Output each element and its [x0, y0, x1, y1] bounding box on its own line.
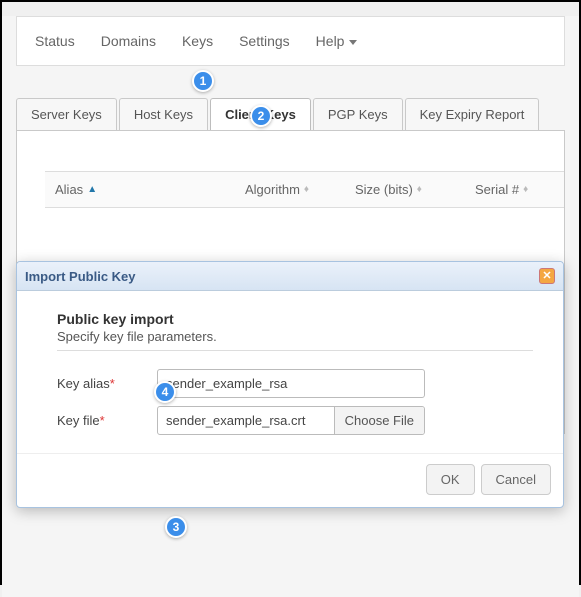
sort-icon: ♦	[417, 184, 422, 195]
th-alias[interactable]: Alias ▲	[45, 172, 235, 207]
th-serial-label: Serial #	[475, 182, 519, 197]
nav-keys[interactable]: Keys	[172, 27, 223, 55]
th-algorithm[interactable]: Algorithm ♦	[235, 172, 345, 207]
callout-1: 1	[192, 70, 214, 92]
required-marker: *	[110, 376, 115, 391]
required-marker: *	[100, 413, 105, 428]
import-public-key-dialog: Import Public Key ✕ Public key import Sp…	[16, 261, 564, 508]
label-key-alias-text: Key alias	[57, 376, 110, 391]
tab-bar: Server Keys Host Keys Client Keys PGP Ke…	[16, 98, 579, 130]
label-key-alias: Key alias*	[57, 376, 157, 391]
dialog-footer: OK Cancel	[17, 453, 563, 507]
tab-pgp-keys[interactable]: PGP Keys	[313, 98, 403, 130]
dialog-header: Import Public Key ✕	[17, 262, 563, 291]
ok-button[interactable]: OK	[426, 464, 475, 495]
tab-key-expiry-report[interactable]: Key Expiry Report	[405, 98, 540, 130]
dialog-section-title: Public key import	[57, 311, 533, 327]
tab-host-keys[interactable]: Host Keys	[119, 98, 208, 130]
choose-file-button[interactable]: Choose File	[335, 407, 424, 434]
sort-asc-icon: ▲	[87, 184, 97, 195]
callout-2: 2	[250, 105, 272, 127]
close-icon[interactable]: ✕	[539, 268, 555, 284]
tab-server-keys[interactable]: Server Keys	[16, 98, 117, 130]
cancel-button[interactable]: Cancel	[481, 464, 551, 495]
th-size-label: Size (bits)	[355, 182, 413, 197]
label-key-file-text: Key file	[57, 413, 100, 428]
nav-status[interactable]: Status	[25, 27, 85, 55]
callout-4: 4	[154, 381, 176, 403]
nav-settings[interactable]: Settings	[229, 27, 300, 55]
dialog-section-subtitle: Specify key file parameters.	[57, 329, 533, 351]
th-algorithm-label: Algorithm	[245, 182, 300, 197]
nav-domains[interactable]: Domains	[91, 27, 166, 55]
sort-icon: ♦	[304, 184, 309, 195]
callout-3: 3	[165, 516, 187, 538]
th-alias-label: Alias	[55, 182, 83, 197]
key-alias-input[interactable]	[157, 369, 425, 398]
file-chooser: sender_example_rsa.crt Choose File	[157, 406, 425, 435]
label-key-file: Key file*	[57, 413, 157, 428]
th-size[interactable]: Size (bits) ♦	[345, 172, 465, 207]
row-key-alias: Key alias*	[57, 369, 533, 398]
th-serial[interactable]: Serial # ♦	[465, 172, 564, 207]
sort-icon: ♦	[523, 184, 528, 195]
nav-help[interactable]: Help	[306, 27, 368, 55]
row-key-file: Key file* sender_example_rsa.crt Choose …	[57, 406, 533, 435]
top-nav: Status Domains Keys Settings Help	[16, 16, 565, 66]
file-name-display: sender_example_rsa.crt	[158, 407, 335, 434]
dialog-body: Public key import Specify key file param…	[17, 291, 563, 453]
dialog-title: Import Public Key	[25, 269, 136, 284]
table-header-row: Alias ▲ Algorithm ♦ Size (bits) ♦ Serial…	[45, 171, 564, 208]
